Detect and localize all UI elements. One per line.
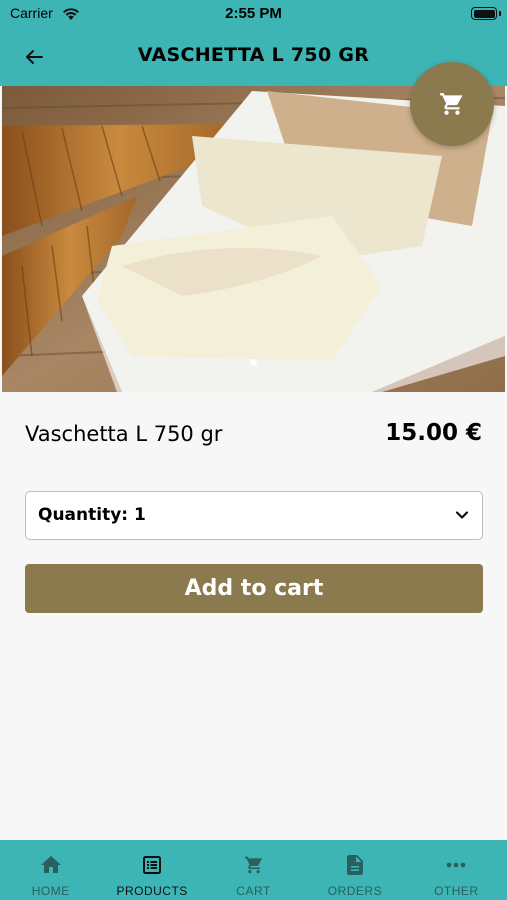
product-name: Vaschetta L 750 gr: [25, 422, 223, 446]
add-to-cart-button[interactable]: Add to cart: [25, 564, 483, 613]
pager-dot: [250, 359, 257, 366]
battery-icon: [471, 7, 497, 20]
quantity-select[interactable]: Quantity: 1: [25, 491, 483, 540]
more-icon: [445, 854, 467, 876]
tab-products-label: PRODUCTS: [116, 884, 188, 898]
status-bar: Carrier 2:55 PM: [0, 0, 507, 28]
tab-orders-label: ORDERS: [327, 884, 383, 898]
battery-tip: [499, 11, 501, 16]
status-time: 2:55 PM: [225, 5, 282, 22]
tab-home[interactable]: HOME: [0, 840, 101, 900]
home-icon: [40, 854, 62, 876]
tab-cart-label: CART: [236, 884, 271, 898]
cart-icon: [440, 93, 463, 115]
tab-bar: HOME PRODUCTS CART ORDERS OTHER: [0, 840, 507, 900]
cart-icon: [243, 854, 265, 876]
tab-products[interactable]: PRODUCTS: [101, 840, 202, 900]
document-icon: [344, 854, 366, 876]
tab-cart[interactable]: CART: [203, 840, 304, 900]
chevron-down-icon: [454, 507, 470, 527]
quantity-label: Quantity: 1: [38, 505, 146, 525]
list-icon: [141, 854, 163, 876]
tab-orders[interactable]: ORDERS: [304, 840, 405, 900]
tab-other[interactable]: OTHER: [406, 840, 507, 900]
cart-fab-button[interactable]: [410, 62, 494, 146]
page-title: VASCHETTA L 750 GR: [137, 44, 370, 66]
product-price: 15.00 €: [385, 420, 482, 446]
tab-home-label: HOME: [31, 884, 70, 898]
image-pager: [2, 351, 505, 370]
tab-other-label: OTHER: [434, 884, 479, 898]
